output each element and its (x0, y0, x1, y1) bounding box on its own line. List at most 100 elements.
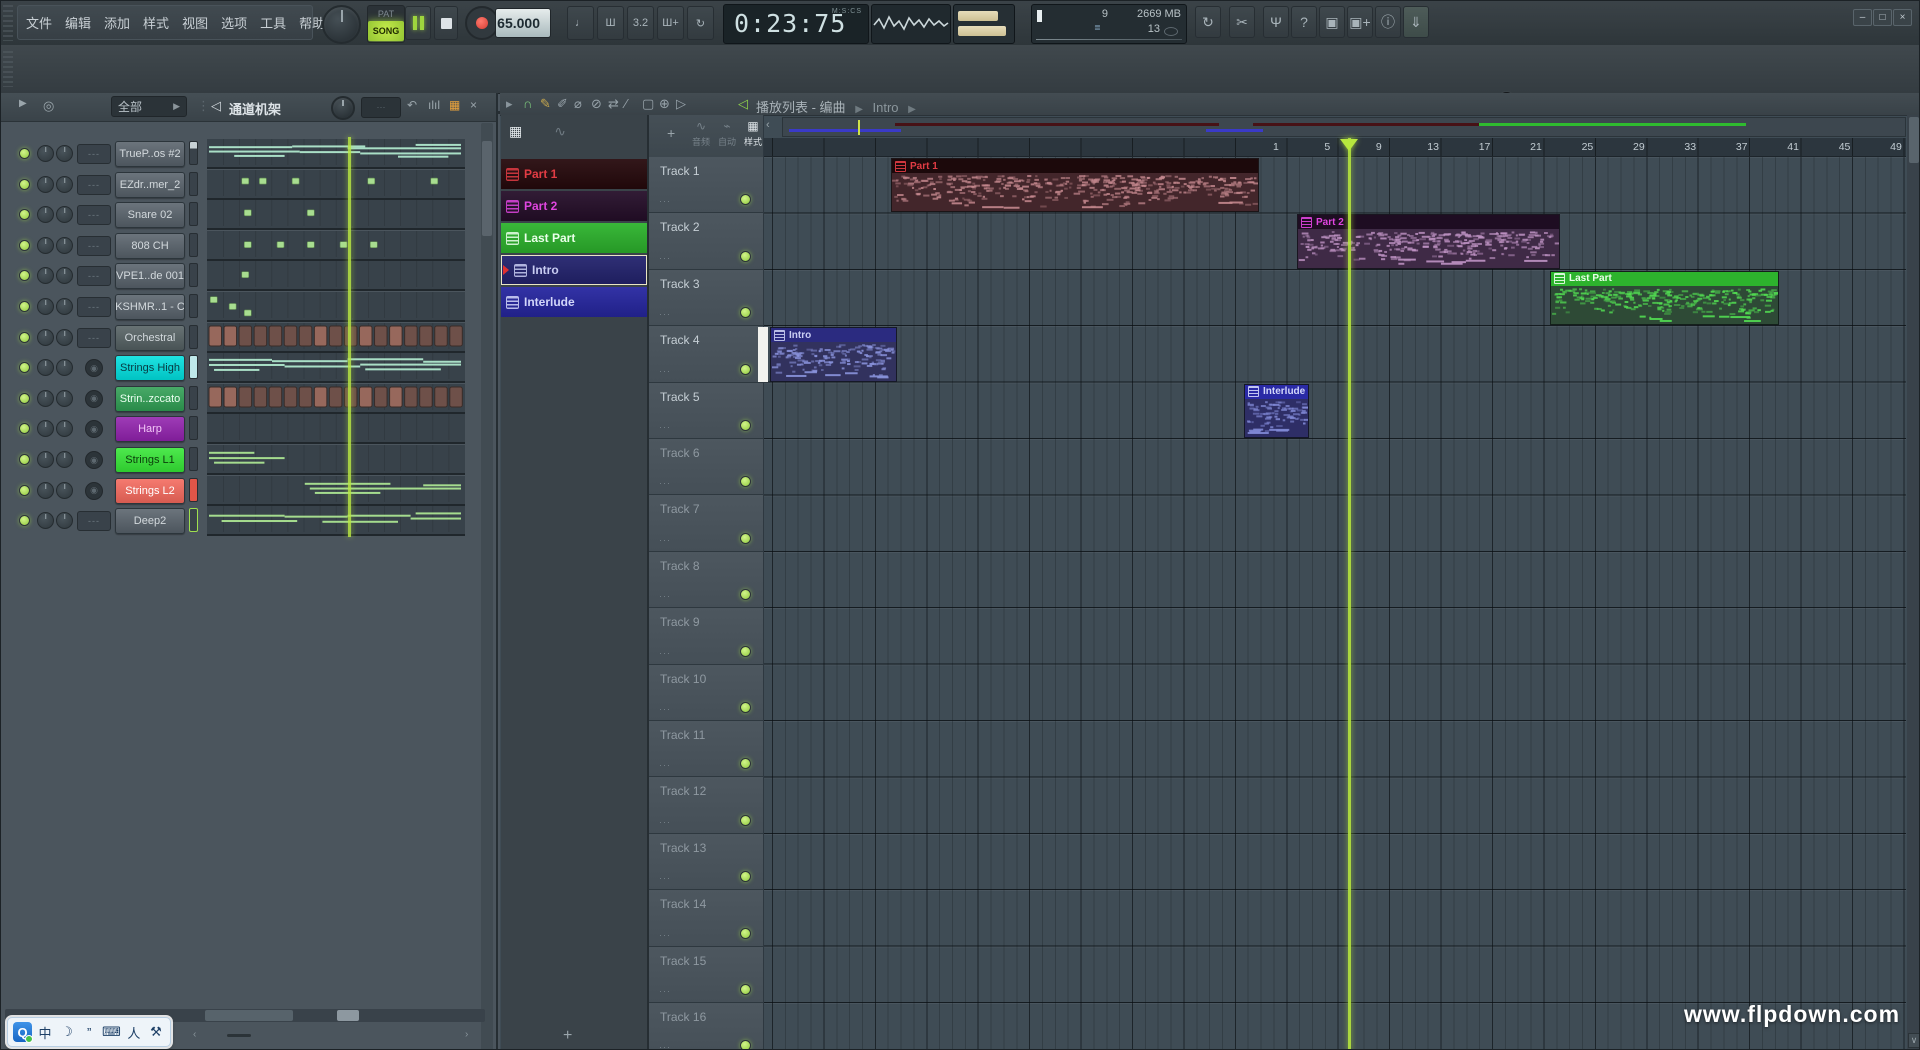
track-options-dots[interactable]: ··· (659, 648, 671, 658)
wait-for-input-icon[interactable]: Ш (597, 6, 624, 40)
channel-pan-knob[interactable] (37, 206, 54, 223)
channel-plugin-icon[interactable]: ◉ (85, 390, 103, 408)
channel-volume-knob[interactable] (56, 237, 73, 254)
track-header-7[interactable]: Track 7··· (649, 495, 763, 551)
channel-led[interactable] (19, 240, 30, 251)
track-header-2[interactable]: Track 2··· (649, 213, 763, 269)
track-led[interactable] (740, 420, 751, 431)
toolbar2-grip[interactable] (3, 51, 13, 87)
scroll-right-icon[interactable]: › (465, 1029, 468, 1040)
channel-pan-knob[interactable] (37, 359, 54, 376)
track-options-dots[interactable]: ··· (659, 422, 671, 432)
rack-loop-icon[interactable]: ◎ (43, 98, 54, 114)
undo-icon[interactable]: ↶ (407, 98, 417, 112)
playlist-speaker-icon[interactable]: ◁ (738, 96, 748, 112)
channel-pan-knob[interactable] (37, 329, 54, 346)
save-version-icon[interactable]: ▣+ (1347, 6, 1373, 38)
track-options-dots[interactable]: ··· (659, 478, 671, 488)
channel-preview[interactable] (207, 139, 465, 169)
song-overview-bar[interactable] (782, 117, 1906, 137)
zoom-icon[interactable]: ⊕ (659, 96, 670, 112)
channel-led[interactable] (19, 454, 30, 465)
channel-pan-knob[interactable] (37, 176, 54, 193)
track-led[interactable] (740, 646, 751, 657)
keyboard-editor-icon[interactable]: ▦ (449, 98, 460, 112)
channel-preview[interactable] (207, 445, 465, 475)
pattern-item-last-part[interactable]: Last Part (501, 223, 647, 253)
playlist-vertical-scrollbar[interactable]: ∨ (1907, 115, 1920, 1050)
save-icon[interactable]: ▣ (1319, 6, 1345, 38)
channel-button[interactable]: Harp (115, 416, 185, 442)
channel-plugin-icon[interactable]: ◉ (85, 482, 103, 500)
channel-button[interactable]: TrueP..os #2 (115, 141, 185, 167)
channel-pan-knob[interactable] (37, 482, 54, 499)
close-button[interactable]: × (1893, 9, 1912, 26)
pattern-item-part-1[interactable]: Part 1 (501, 159, 647, 189)
slip-icon[interactable]: ⇄ (608, 96, 619, 112)
oscilloscope[interactable] (871, 4, 951, 44)
channel-preview[interactable] (207, 476, 465, 506)
menu-item-选项[interactable]: 选项 (221, 13, 247, 32)
ime-handwriting-icon[interactable]: 人 (125, 1022, 143, 1042)
overview-left-icon[interactable]: ‹ (766, 119, 770, 131)
track-options-dots[interactable]: ··· (659, 309, 671, 319)
pencil-icon[interactable]: ✎ (540, 96, 551, 112)
channel-volume-knob[interactable] (56, 329, 73, 346)
channel-volume-knob[interactable] (56, 145, 73, 162)
channel-mute-slot[interactable]: --- (77, 511, 111, 531)
scroll-pill[interactable] (227, 1034, 251, 1037)
graph-editor-icon[interactable]: ılıl (428, 98, 440, 112)
channel-plugin-icon[interactable]: ◉ (85, 420, 103, 438)
track-header-6[interactable]: Track 6··· (649, 439, 763, 495)
channel-volume-knob[interactable] (56, 482, 73, 499)
channel-button[interactable]: 808 CH (115, 233, 185, 259)
microphone-icon[interactable]: Ψ (1263, 6, 1289, 38)
track-options-dots[interactable]: ··· (659, 930, 671, 940)
channel-pan-knob[interactable] (37, 451, 54, 468)
track-options-dots[interactable]: ··· (659, 591, 671, 601)
info-icon[interactable]: ⓘ (1375, 6, 1401, 38)
channel-button[interactable]: Orchestral (115, 325, 185, 351)
track-options-dots[interactable]: ··· (659, 1042, 671, 1050)
channel-preview[interactable] (207, 384, 465, 414)
pattern-item-interlude[interactable]: Interlude (501, 287, 647, 317)
scroll-down-icon[interactable]: ∨ (1908, 1033, 1920, 1048)
ime-toolbar[interactable]: Q中☽”⌨人⚒ (7, 1017, 171, 1047)
mute-icon[interactable]: ⊘ (591, 96, 602, 112)
metronome-icon[interactable]: ♩ (567, 6, 594, 40)
channel-led[interactable] (19, 362, 30, 373)
clip-part-1[interactable]: Part 1 (891, 158, 1259, 212)
track-options-dots[interactable]: ··· (659, 760, 671, 770)
channel-volume-knob[interactable] (56, 206, 73, 223)
track-led[interactable] (740, 364, 751, 375)
channel-mute-slot[interactable]: --- (77, 236, 111, 256)
track-led[interactable] (740, 758, 751, 769)
rack-volume-knob[interactable] (331, 96, 355, 120)
track-tab-音频[interactable]: ∿音频 (689, 119, 713, 148)
cpu-memory-panel[interactable]: 9 2669 MB ≣ 13 (1031, 4, 1187, 44)
channel-led[interactable] (19, 209, 30, 220)
track-header-15[interactable]: Track 15··· (649, 947, 763, 1003)
track-led[interactable] (740, 702, 751, 713)
channel-led[interactable] (19, 301, 30, 312)
sync-icon[interactable]: ↻ (1195, 6, 1221, 38)
menu-item-文件[interactable]: 文件 (26, 13, 52, 32)
channel-plugin-icon[interactable]: ◉ (85, 451, 103, 469)
close-icon[interactable]: × (470, 98, 477, 112)
track-options-dots[interactable]: ··· (659, 704, 671, 714)
ime-search-icon[interactable]: Q (13, 1022, 32, 1042)
clip-last-part[interactable]: Last Part (1550, 271, 1779, 325)
channel-volume-knob[interactable] (56, 390, 73, 407)
track-led[interactable] (740, 1040, 751, 1050)
channel-led[interactable] (19, 515, 30, 526)
track-header-1[interactable]: Track 1··· (649, 157, 763, 213)
track-options-dots[interactable]: ··· (659, 535, 671, 545)
channel-preview[interactable] (207, 414, 465, 444)
track-header-12[interactable]: Track 12··· (649, 777, 763, 833)
channel-button[interactable]: Strings L1 (115, 447, 185, 473)
rack-play-icon[interactable]: ▶ (19, 98, 27, 109)
track-header-10[interactable]: Track 10··· (649, 665, 763, 721)
clip-intro[interactable]: Intro (770, 327, 897, 381)
main-volume-knob[interactable] (322, 5, 361, 44)
channel-button[interactable]: Strings High (115, 355, 185, 381)
